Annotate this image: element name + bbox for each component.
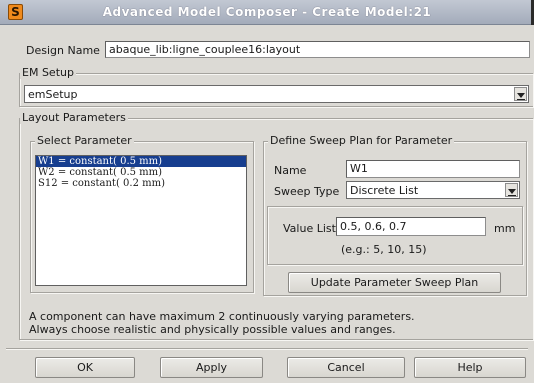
value-list-label: Value List xyxy=(283,222,336,235)
layout-parameters-legend: Layout Parameters xyxy=(20,111,128,124)
ok-button[interactable]: OK xyxy=(35,357,135,378)
design-name-field[interactable]: abaque_lib:ligne_couplee16:layout xyxy=(105,41,530,58)
em-setup-legend: EM Setup xyxy=(20,66,76,79)
em-setup-value: emSetup xyxy=(28,88,78,101)
sweep-type-label: Sweep Type xyxy=(274,185,340,198)
design-name-label: Design Name xyxy=(26,44,100,57)
update-sweep-plan-button[interactable]: Update Parameter Sweep Plan xyxy=(288,272,501,293)
name-label: Name xyxy=(274,164,307,177)
title-bar[interactable]: S Advanced Model Composer - Create Model… xyxy=(0,0,534,25)
sweep-plan-legend: Define Sweep Plan for Parameter xyxy=(268,134,455,147)
chevron-down-icon[interactable] xyxy=(505,183,518,197)
list-item[interactable]: W2 = constant( 0.5 mm) xyxy=(36,167,246,178)
sweep-type-value: Discrete List xyxy=(350,184,419,197)
help-button[interactable]: Help xyxy=(414,357,526,378)
cancel-button[interactable]: Cancel xyxy=(287,357,405,378)
parameter-list[interactable]: W1 = constant( 0.5 mm) W2 = constant( 0.… xyxy=(35,155,247,286)
apply-button[interactable]: Apply xyxy=(160,357,263,378)
sweep-type-combo[interactable]: Discrete List xyxy=(346,181,520,199)
list-item[interactable]: S12 = constant( 0.2 mm) xyxy=(36,178,246,189)
list-item[interactable]: W1 = constant( 0.5 mm) xyxy=(36,156,246,167)
separator xyxy=(6,348,528,350)
value-list-field[interactable]: 0.5, 0.6, 0.7 xyxy=(336,217,486,236)
unit-label: mm xyxy=(494,222,516,235)
chevron-down-icon[interactable] xyxy=(514,87,527,101)
name-field[interactable]: W1 xyxy=(346,160,520,178)
example-hint: (e.g.: 5, 10, 15) xyxy=(341,243,427,256)
note-line-2: Always choose realistic and physically p… xyxy=(29,323,396,336)
window-title: Advanced Model Composer - Create Model:2… xyxy=(102,5,432,19)
note-line-1: A component can have maximum 2 continuou… xyxy=(29,310,415,323)
select-parameter-legend: Select Parameter xyxy=(35,134,134,147)
em-setup-combo[interactable]: emSetup xyxy=(24,85,529,103)
